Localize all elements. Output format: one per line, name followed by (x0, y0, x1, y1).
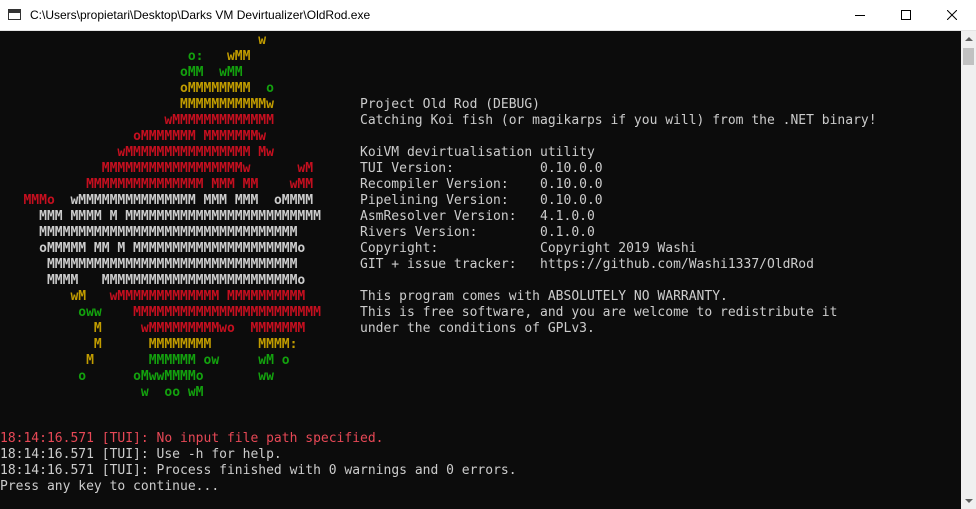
vertical-scrollbar[interactable] (961, 31, 976, 509)
ascii-art-line: M MMMMMMMM MMMM: (93, 337, 298, 352)
info-line: This is free software, and you are welco… (360, 305, 838, 320)
ascii-art-line: M MMMMMM ow wM o (86, 353, 290, 368)
maximize-icon (901, 10, 911, 20)
ascii-art-line: MMMMMMMMMMMMMMMMMMw wM (101, 161, 314, 176)
console-app-icon (8, 9, 21, 20)
ascii-art-line: oMMMMM MM M MMMMMMMMMMMMMMMMMMMMMo (39, 241, 306, 256)
ascii-art-line: wMMMMMMMMMMMMM (164, 113, 274, 128)
ascii-art-line: MMMMMMMMMMMMMMMMMMMMMMMMMMMMMMMMM (39, 225, 298, 240)
ascii-art-line: o: wMM (187, 49, 251, 64)
log-error-line: 18:14:16.571 [TUI]: No input file path s… (0, 431, 384, 446)
ascii-art-line: MMMM MMMMMMMMMMMMMMMMMMMMMMMMMo (46, 273, 306, 288)
minimize-icon (855, 15, 865, 16)
info-line: KoiVM devirtualisation utility (360, 145, 595, 160)
info-line: This program comes with ABSOLUTELY NO WA… (360, 289, 728, 304)
minimize-button[interactable] (837, 0, 883, 31)
info-line: Rivers Version: 0.1.0.0 (360, 225, 595, 240)
ascii-art-line: wMMMMMMMMMMMMMMMM Mw (117, 145, 274, 160)
close-button[interactable] (929, 0, 975, 31)
scrollbar-thumb[interactable] (963, 48, 974, 65)
log-line: Press any key to continue... (0, 479, 220, 494)
info-line: GIT + issue tracker: https://github.com/… (360, 257, 814, 272)
close-icon (947, 10, 957, 20)
console-output[interactable]: w o: wMM oMM wMM oMMMMMMMM o MMMMMMMMMMM… (0, 31, 961, 509)
log-line: 18:14:16.571 [TUI]: Process finished wit… (0, 463, 517, 478)
ascii-art-line: oMMMMMMMM o (180, 81, 274, 96)
ascii-art-line: MMMMMMMMMMMw (180, 97, 274, 112)
ascii-art-line: oww MMMMMMMMMMMMMMMMMMMMMMMM (78, 305, 321, 320)
ascii-art-line: M wMMMMMMMMMwo MMMMMMM (93, 321, 306, 336)
ascii-art-line: oMMMMMMM MMMMMMMw (133, 129, 267, 144)
ascii-art-line: MMMo wMMMMMMMMMMMMMMM MMM MMM oMMMM (23, 193, 314, 208)
info-line: Project Old Rod (DEBUG) (360, 97, 541, 112)
info-line: Recompiler Version: 0.10.0.0 (360, 177, 603, 192)
title-bar[interactable]: C:\Users\propietari\Desktop\Darks VM Dev… (0, 0, 976, 31)
maximize-button[interactable] (883, 0, 929, 31)
ascii-art-line: oMM wMM (180, 65, 243, 80)
scroll-up-arrow-icon[interactable] (961, 31, 976, 48)
console-window: C:\Users\propietari\Desktop\Darks VM Dev… (0, 0, 976, 509)
info-line: AsmResolver Version: 4.1.0.0 (360, 209, 595, 224)
log-line: 18:14:16.571 [TUI]: Use -h for help. (0, 447, 282, 462)
ascii-art-line: wM wMMMMMMMMMMMMM MMMMMMMMMM (70, 289, 306, 304)
scroll-down-arrow-icon[interactable] (961, 492, 976, 509)
window-title: C:\Users\propietari\Desktop\Darks VM Dev… (30, 8, 371, 22)
ascii-art-line: MMM MMMM M MMMMMMMMMMMMMMMMMMMMMMMMM (39, 209, 321, 224)
ascii-art-line: o oMwwMMMMo ww (78, 369, 274, 384)
ascii-art-line: MMMMMMMMMMMMMMM MMM MM wMM (86, 177, 314, 192)
info-line: Catching Koi fish (or magikarps if you w… (360, 113, 877, 128)
ascii-art-line: w oo wM (140, 385, 204, 400)
info-line: Copyright: Copyright 2019 Washi (360, 241, 697, 256)
info-line: under the conditions of GPLv3. (360, 321, 595, 336)
info-line: TUI Version: 0.10.0.0 (360, 161, 603, 176)
info-line: Pipelining Version: 0.10.0.0 (360, 193, 603, 208)
ascii-art-line: w (258, 33, 267, 48)
ascii-art-line: MMMMMMMMMMMMMMMMMMMMMMMMMMMMMMMM (46, 257, 298, 272)
